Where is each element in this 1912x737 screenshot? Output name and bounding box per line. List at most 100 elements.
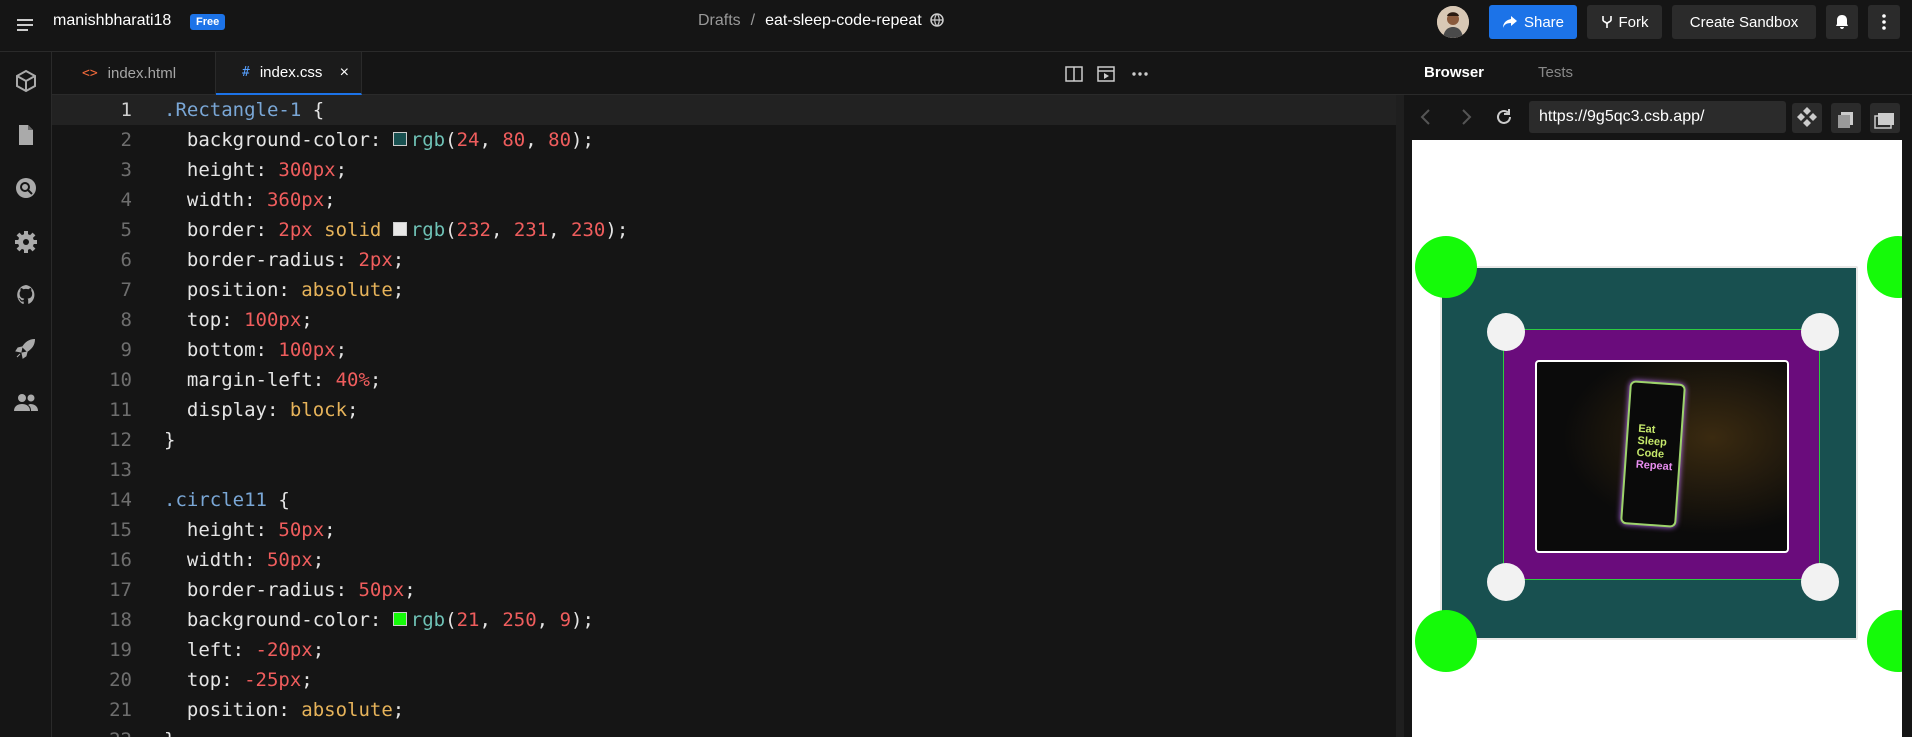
code-line[interactable]: 5 border: 2px solid rgb(232, 231, 230); bbox=[52, 215, 1404, 245]
code-line[interactable]: 7 position: absolute; bbox=[52, 275, 1404, 305]
value: block bbox=[289, 399, 348, 421]
devtools-button[interactable] bbox=[1792, 103, 1822, 133]
value: -25px bbox=[244, 669, 302, 691]
notifications-button[interactable] bbox=[1826, 5, 1858, 39]
code-line[interactable]: 14 .circle11 { bbox=[52, 485, 1404, 515]
fork-label: Fork bbox=[1618, 13, 1649, 31]
files-icon[interactable] bbox=[13, 122, 39, 148]
back-arrow-icon[interactable] bbox=[1416, 107, 1436, 127]
value: 50px bbox=[266, 549, 313, 571]
line-number: 5 bbox=[120, 219, 132, 241]
rocket-icon[interactable] bbox=[13, 335, 39, 361]
code-editor[interactable]: 1 .Rectangle-1 { 2 background-color: rgb(… bbox=[52, 95, 1404, 737]
code-line[interactable]: 15 height: 50px; bbox=[52, 515, 1404, 545]
copy-button[interactable] bbox=[1831, 103, 1861, 133]
selector: .circle11 bbox=[164, 489, 267, 511]
top-bar: manishbharati18 Free Drafts / eat-sleep-co… bbox=[0, 0, 1912, 52]
line-number: 12 bbox=[109, 429, 132, 451]
line-number: 14 bbox=[109, 489, 132, 511]
property: position: bbox=[164, 279, 302, 301]
line-number: 4 bbox=[120, 189, 132, 211]
cube-icon[interactable] bbox=[13, 68, 39, 94]
code-line[interactable]: 1 .Rectangle-1 { bbox=[52, 95, 1404, 125]
fork-icon bbox=[1601, 16, 1612, 28]
code-line[interactable]: 12} bbox=[52, 425, 1404, 455]
code-line[interactable]: 9 bottom: 100px; bbox=[52, 335, 1404, 365]
code-line[interactable]: 21 position: absolute; bbox=[52, 695, 1404, 725]
code-line[interactable]: 16 width: 50px; bbox=[52, 545, 1404, 575]
number: 230 bbox=[571, 219, 606, 241]
code-line[interactable]: 10 margin-left: 40%; bbox=[52, 365, 1404, 395]
github-icon[interactable] bbox=[13, 282, 39, 308]
users-icon[interactable] bbox=[13, 389, 39, 415]
code-line[interactable]: 22} bbox=[52, 725, 1404, 737]
color-swatch-icon[interactable] bbox=[392, 222, 407, 236]
code-line[interactable]: 4 width: 360px; bbox=[52, 185, 1404, 215]
share-arrow-icon bbox=[1502, 16, 1517, 28]
property: border-radius: bbox=[164, 579, 359, 601]
hamburger-menu-icon[interactable] bbox=[16, 15, 36, 35]
username[interactable]: manishbharati18 bbox=[53, 12, 171, 30]
value: 50px bbox=[358, 579, 405, 601]
close-icon[interactable]: × bbox=[340, 64, 349, 82]
number: 250 bbox=[502, 609, 537, 631]
value: 50px bbox=[278, 519, 325, 541]
brace: } bbox=[164, 725, 175, 737]
value: 2px bbox=[278, 219, 313, 241]
fork-button[interactable]: Fork bbox=[1587, 5, 1662, 39]
green-circle bbox=[1867, 610, 1902, 672]
copy-icon bbox=[1838, 112, 1853, 128]
eat-sleep-code-repeat-image: Eat Sleep Code Repeat bbox=[1535, 360, 1789, 553]
more-options-button[interactable] bbox=[1868, 5, 1900, 39]
preview-viewport[interactable]: Eat Sleep Code Repeat bbox=[1412, 140, 1902, 737]
property: top: bbox=[164, 669, 245, 691]
line-number: 21 bbox=[109, 699, 132, 721]
phone-line: Repeat bbox=[1635, 458, 1673, 474]
share-button[interactable]: Share bbox=[1489, 5, 1577, 39]
code-line[interactable]: 8 top: 100px; bbox=[52, 305, 1404, 335]
split-editor-icon[interactable] bbox=[1064, 64, 1084, 84]
code-line[interactable]: 3 height: 300px; bbox=[52, 155, 1404, 185]
code-line[interactable]: 11 display: block; bbox=[52, 395, 1404, 425]
brace: } bbox=[164, 429, 176, 451]
editor-scrollbar[interactable] bbox=[1396, 95, 1404, 737]
url-input[interactable]: https://9g5qc3.csb.app/ bbox=[1529, 101, 1786, 133]
code-line[interactable]: 20 top: -25px; bbox=[52, 665, 1404, 695]
property: bottom: bbox=[164, 339, 279, 361]
code-line[interactable]: 19 left: -20px; bbox=[52, 635, 1404, 665]
new-window-button[interactable] bbox=[1870, 103, 1900, 133]
tab-browser[interactable]: Browser bbox=[1424, 64, 1484, 81]
tab-index-css[interactable]: # index.css × bbox=[216, 52, 362, 95]
gear-icon[interactable] bbox=[13, 229, 39, 255]
sandbox-name[interactable]: eat-sleep-code-repeat bbox=[765, 12, 922, 29]
value: 2px bbox=[358, 249, 393, 271]
breadcrumb-drafts[interactable]: Drafts bbox=[698, 12, 741, 29]
color-swatch-icon[interactable] bbox=[392, 612, 407, 626]
keyword: solid bbox=[324, 219, 382, 241]
tab-tests[interactable]: Tests bbox=[1538, 64, 1573, 81]
tab-index-html[interactable]: <> index.html bbox=[52, 52, 216, 95]
open-preview-icon[interactable] bbox=[1096, 64, 1116, 84]
code-line[interactable]: 18 background-color: rgb(21, 250, 9); bbox=[52, 605, 1404, 635]
white-circle bbox=[1487, 313, 1525, 351]
line-number: 2 bbox=[120, 129, 132, 151]
plan-badge: Free bbox=[190, 14, 226, 30]
line-number: 1 bbox=[120, 99, 132, 121]
code-line[interactable]: 13 bbox=[52, 455, 1404, 485]
refresh-icon[interactable] bbox=[1494, 107, 1514, 127]
code-line[interactable]: 2 background-color: rgb(24, 80, 80); bbox=[52, 125, 1404, 155]
avatar-image-icon bbox=[1437, 6, 1469, 38]
more-horizontal-icon[interactable] bbox=[1130, 64, 1150, 84]
value: absolute bbox=[301, 699, 393, 721]
avatar[interactable] bbox=[1437, 6, 1469, 38]
property: position: bbox=[164, 699, 302, 721]
line-number: 18 bbox=[109, 609, 132, 631]
create-sandbox-button[interactable]: Create Sandbox bbox=[1672, 5, 1816, 39]
forward-arrow-icon[interactable] bbox=[1456, 107, 1476, 127]
search-icon[interactable] bbox=[13, 175, 39, 201]
value: absolute bbox=[301, 279, 393, 301]
code-line[interactable]: 6 border-radius: 2px; bbox=[52, 245, 1404, 275]
value: 100px bbox=[244, 309, 302, 331]
code-line[interactable]: 17 border-radius: 50px; bbox=[52, 575, 1404, 605]
color-swatch-icon[interactable] bbox=[392, 132, 407, 146]
